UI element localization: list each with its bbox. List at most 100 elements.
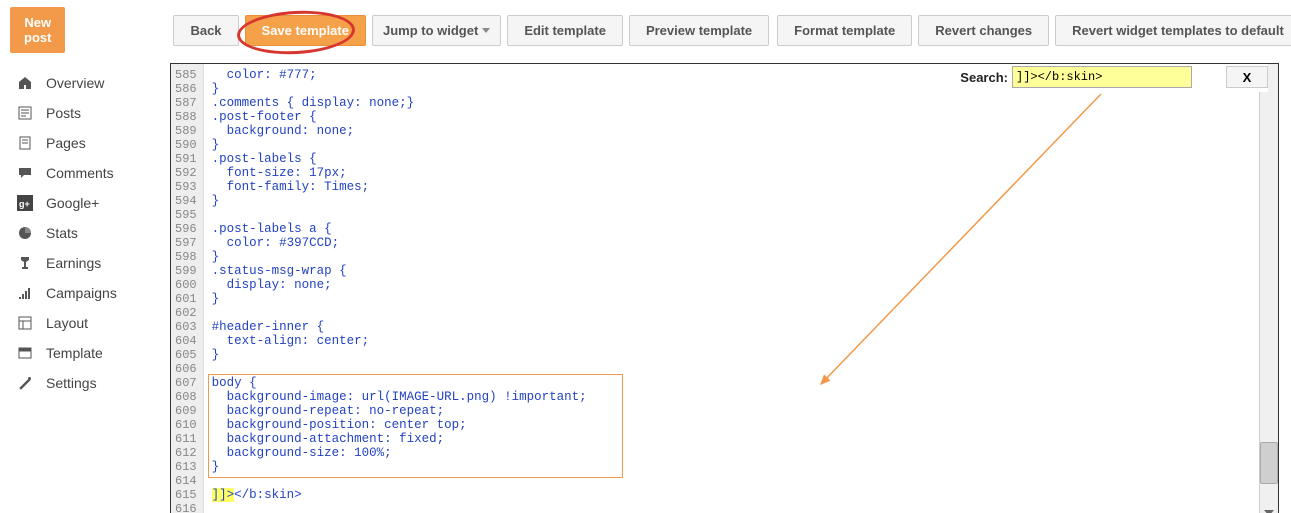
line-number: 616 xyxy=(175,502,197,513)
code-line[interactable]: .post-labels { xyxy=(212,152,1259,166)
line-number: 604 xyxy=(175,334,197,348)
line-number: 586 xyxy=(175,82,197,96)
vertical-scrollbar[interactable] xyxy=(1259,64,1278,513)
comment-icon xyxy=(16,165,34,181)
search-label: Search: xyxy=(960,70,1008,85)
code-line[interactable] xyxy=(212,474,1259,488)
code-line[interactable]: } xyxy=(212,194,1259,208)
jump-to-widget-dropdown[interactable]: Jump to widget xyxy=(372,15,501,46)
sidebar-item-overview[interactable]: Overview xyxy=(0,68,170,98)
code-line[interactable]: background-size: 100%; xyxy=(212,446,1259,460)
sidebar-item-pages[interactable]: Pages xyxy=(0,128,170,158)
save-template-wrap: Save template xyxy=(245,15,366,46)
code-line[interactable]: background-repeat: no-repeat; xyxy=(212,404,1259,418)
code-line[interactable]: .post-footer { xyxy=(212,110,1259,124)
line-number: 592 xyxy=(175,166,197,180)
code-area[interactable]: color: #777;}.comments { display: none;}… xyxy=(204,64,1259,513)
preview-template-button[interactable]: Preview template xyxy=(629,15,769,46)
svg-text:g+: g+ xyxy=(19,199,30,209)
code-line[interactable] xyxy=(212,502,1259,513)
line-number: 590 xyxy=(175,138,197,152)
line-number: 588 xyxy=(175,110,197,124)
code-line[interactable]: } xyxy=(212,348,1259,362)
code-line[interactable]: font-size: 17px; xyxy=(212,166,1259,180)
camp-icon xyxy=(16,285,34,301)
sidebar-item-comments[interactable]: Comments xyxy=(0,158,170,188)
edit-template-button[interactable]: Edit template xyxy=(507,15,623,46)
line-number: 601 xyxy=(175,292,197,306)
sidebar-item-campaigns[interactable]: Campaigns xyxy=(0,278,170,308)
code-line[interactable]: } xyxy=(212,250,1259,264)
code-line[interactable]: display: none; xyxy=(212,278,1259,292)
code-line[interactable]: .status-msg-wrap { xyxy=(212,264,1259,278)
line-number: 602 xyxy=(175,306,197,320)
chevron-down-icon xyxy=(482,28,490,33)
sidebar-item-label: Posts xyxy=(46,105,81,121)
code-line[interactable]: background-position: center top; xyxy=(212,418,1259,432)
sidebar-item-label: Layout xyxy=(46,315,88,331)
home-icon xyxy=(16,75,34,91)
search-input[interactable] xyxy=(1012,66,1192,88)
toolbar-left-group: Back Save template Jump to widget Edit t… xyxy=(173,15,769,46)
sidebar-item-label: Google+ xyxy=(46,195,99,211)
line-number: 589 xyxy=(175,124,197,138)
code-line[interactable]: background-image: url(IMAGE-URL.png) !im… xyxy=(212,390,1259,404)
new-post-button[interactable]: New post xyxy=(10,7,65,53)
earn-icon xyxy=(16,255,34,271)
sidebar-item-stats[interactable]: Stats xyxy=(0,218,170,248)
code-line[interactable]: } xyxy=(212,460,1259,474)
stats-icon xyxy=(16,225,34,241)
code-line[interactable]: } xyxy=(212,138,1259,152)
template-icon xyxy=(16,345,34,361)
code-editor-frame: 5855865875885895905915925935945955965975… xyxy=(170,63,1279,513)
line-number: 595 xyxy=(175,208,197,222)
code-line[interactable] xyxy=(212,306,1259,320)
code-line[interactable]: #header-inner { xyxy=(212,320,1259,334)
line-number: 611 xyxy=(175,432,197,446)
scroll-down-arrow-icon[interactable] xyxy=(1260,504,1278,513)
line-number: 606 xyxy=(175,362,197,376)
save-template-button[interactable]: Save template xyxy=(245,15,366,46)
line-number: 591 xyxy=(175,152,197,166)
code-line[interactable] xyxy=(212,208,1259,222)
sidebar-item-template[interactable]: Template xyxy=(0,338,170,368)
code-line[interactable]: text-align: center; xyxy=(212,334,1259,348)
jump-to-widget-label: Jump to widget xyxy=(383,23,478,38)
line-number: 605 xyxy=(175,348,197,362)
revert-changes-button[interactable]: Revert changes xyxy=(918,15,1049,46)
code-line[interactable] xyxy=(212,362,1259,376)
code-line[interactable]: background: none; xyxy=(212,124,1259,138)
line-number: 612 xyxy=(175,446,197,460)
sidebar-item-earnings[interactable]: Earnings xyxy=(0,248,170,278)
back-button[interactable]: Back xyxy=(173,15,238,46)
layout-icon xyxy=(16,315,34,331)
page-icon xyxy=(16,135,34,151)
line-number: 587 xyxy=(175,96,197,110)
line-number: 600 xyxy=(175,278,197,292)
code-line[interactable]: color: #397CCD; xyxy=(212,236,1259,250)
search-close-button[interactable]: X xyxy=(1226,66,1268,88)
sidebar-item-label: Stats xyxy=(46,225,78,241)
line-number: 609 xyxy=(175,404,197,418)
sidebar-item-layout[interactable]: Layout xyxy=(0,308,170,338)
code-line[interactable]: font-family: Times; xyxy=(212,180,1259,194)
code-line[interactable]: .comments { display: none;} xyxy=(212,96,1259,110)
line-number: 610 xyxy=(175,418,197,432)
sidebar-item-settings[interactable]: Settings xyxy=(0,368,170,398)
scrollbar-thumb[interactable] xyxy=(1260,442,1278,484)
code-line[interactable]: background-attachment: fixed; xyxy=(212,432,1259,446)
sidebar-item-label: Comments xyxy=(46,165,114,181)
line-number: 594 xyxy=(175,194,197,208)
format-template-button[interactable]: Format template xyxy=(777,15,912,46)
line-number: 603 xyxy=(175,320,197,334)
sidebar-item-label: Earnings xyxy=(46,255,101,271)
sidebar-item-posts[interactable]: Posts xyxy=(0,98,170,128)
code-line[interactable]: } xyxy=(212,292,1259,306)
code-line[interactable]: body { xyxy=(212,376,1259,390)
line-number: 593 xyxy=(175,180,197,194)
toolbar-right-group: Format template Revert changes Revert wi… xyxy=(777,15,1291,46)
code-line[interactable]: ]]></b:skin> xyxy=(212,488,1259,502)
code-line[interactable]: .post-labels a { xyxy=(212,222,1259,236)
sidebar-item-google-[interactable]: g+ Google+ xyxy=(0,188,170,218)
revert-widgets-button[interactable]: Revert widget templates to default xyxy=(1055,15,1291,46)
